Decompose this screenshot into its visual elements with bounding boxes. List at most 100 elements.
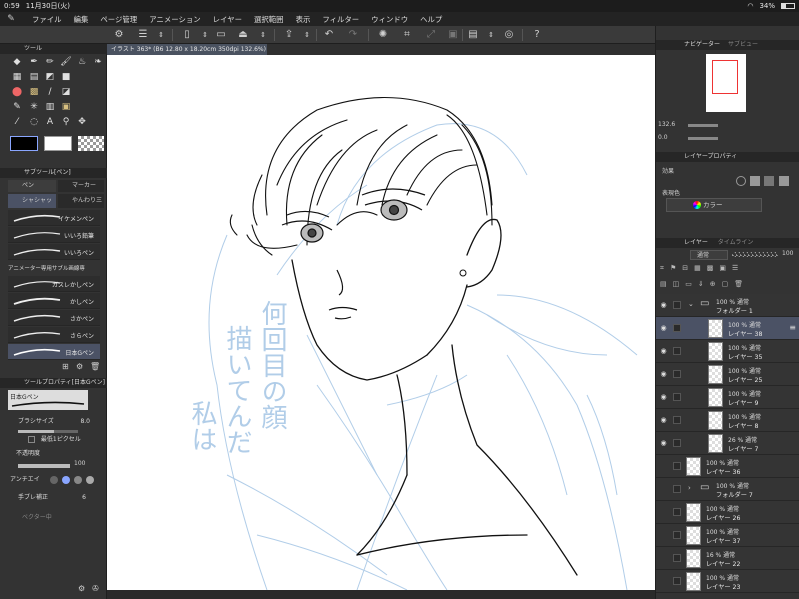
layer-reference-icon[interactable]: ⚑ [670,264,682,272]
eraser-tool-icon[interactable]: ◆ [10,56,24,69]
layer-clip-icon[interactable]: ⌗ [660,264,670,272]
navigator-zoom-row[interactable]: 132.6 [658,121,798,131]
tool-property-header[interactable]: ツールプロパティ[日本Gペン] [0,378,107,388]
brush-size-slider[interactable] [18,430,78,433]
brush-tool-icon[interactable]: 🖌 [59,56,73,69]
save-icon[interactable]: ⏏ [236,28,250,42]
layer-row[interactable]: ◉ ⌄ ▭ 100 % 通常 フォルダー 1 [656,294,799,317]
layer-row[interactable]: ◉ 100 % 通常 レイヤー 25 [656,363,799,386]
target-icon[interactable]: ◎ [502,28,516,42]
layer-lock-checkbox[interactable] [673,370,681,378]
tab-timeline[interactable]: タイムライン [718,239,754,246]
brush-item[interactable]: いいろペン [8,244,100,260]
layer-opacity-value[interactable]: 100 [782,250,793,257]
layer-row[interactable]: ◉ 26 % 通常 レイヤー 7 [656,432,799,455]
menu-page[interactable]: ページ管理 [94,14,143,25]
brush-size-value[interactable]: 8.0 [80,416,90,428]
menu-icon[interactable]: ☰ [136,28,150,42]
material-tool-icon[interactable]: ▩ [27,86,41,99]
subtool-group-shashat[interactable]: シャシャッ [8,194,56,208]
tab-subview[interactable]: サブビュー [728,41,758,48]
hatch-tool-icon[interactable]: ▤ [27,71,41,84]
add-subtool-icon[interactable]: ⊞ [62,362,72,372]
subtool-tab-pen[interactable]: ペン [8,180,56,192]
layer-property-header[interactable]: レイヤープロパティ [656,152,799,162]
opacity-value[interactable]: 100 [74,460,85,467]
lasso-tool-icon[interactable]: ◌ [27,116,41,129]
min-pixel-checkbox[interactable] [28,436,35,443]
antialias-mid-option[interactable] [74,476,82,484]
layer-mask-icon[interactable]: ▩ [707,264,720,272]
layer-row[interactable]: 100 % 通常 レイヤー 23 [656,570,799,593]
layer-visibility-eye-icon[interactable] [659,462,668,471]
menu-selection[interactable]: 選択範囲 [248,14,290,25]
layer-mask-add-icon[interactable]: ▢ [722,280,735,288]
layer-lock-checkbox[interactable] [673,301,681,309]
tab-navigator[interactable]: ナビゲーター [684,41,720,48]
antialias-strong-option[interactable] [86,476,94,484]
layer-visibility-eye-icon[interactable]: ◉ [659,439,668,448]
new-folder-icon[interactable]: ▭ [685,280,698,288]
delete-layer-icon[interactable]: 🗑 [734,280,749,288]
gradient-tool-icon[interactable]: ◩ [43,71,57,84]
layer-row[interactable]: › ▭ 100 % 通常 フォルダー 7 [656,478,799,501]
layer-lock-icon[interactable]: ⊟ [682,264,694,272]
merge-down-icon[interactable]: ⇓ [698,280,710,288]
layer-menu-icon[interactable]: ≡ [789,323,796,332]
layer-visibility-eye-icon[interactable] [659,577,668,586]
layer-row[interactable]: 16 % 通常 レイヤー 22 [656,547,799,570]
layer-visibility-eye-icon[interactable] [659,531,668,540]
chevron-updown-icon[interactable]: ⇕ [198,28,212,42]
layer-lock-checkbox[interactable] [673,554,681,562]
layer-lock-checkbox[interactable] [673,324,681,332]
stabilize-value[interactable]: 6 [82,492,86,504]
brush-item[interactable]: ガスレかしペン [8,276,100,292]
layer-visibility-eye-icon[interactable]: ◉ [659,324,668,333]
gradient2-tool-icon[interactable]: ◪ [59,86,73,99]
brush-item-selected[interactable]: 日本Gペン [8,344,100,360]
tab-layer[interactable]: レイヤー [684,239,708,246]
layer-visibility-eye-icon[interactable] [659,554,668,563]
tool-panel-header[interactable]: ツール [0,44,107,54]
layer-lock-checkbox[interactable] [673,416,681,424]
export-icon[interactable]: ⇪ [282,28,296,42]
layer-visibility-eye-icon[interactable]: ◉ [659,301,668,310]
layer-row[interactable]: ◉ 100 % 通常 レイヤー 38 ≡ [656,317,799,340]
crop-icon[interactable]: ⌗ [400,28,414,42]
layer-row[interactable]: ◉ 100 % 通常 レイヤー 8 [656,409,799,432]
effect-tone-icon[interactable] [764,176,775,186]
tool-property-wrench-icon[interactable]: ✇ [92,584,99,593]
new-raster-layer-icon[interactable]: ▤ [660,280,673,288]
redo-icon[interactable]: ↷ [346,28,360,42]
menu-animation[interactable]: アニメーション [143,14,206,25]
transparent-color-swatch[interactable] [78,136,104,151]
layer-visibility-eye-icon[interactable]: ◉ [659,416,668,425]
line-tool-icon[interactable]: ⁄ [10,116,24,129]
ruler-tool-icon[interactable]: ▥ [43,101,57,114]
brush-item[interactable]: さらペン [8,327,100,343]
new-file-icon[interactable]: ▯ [180,28,194,42]
layer-row[interactable]: ◉ 100 % 通常 レイヤー 35 [656,340,799,363]
layer-row[interactable]: 100 % 通常 レイヤー 26 [656,501,799,524]
layer-visibility-eye-icon[interactable] [659,485,668,494]
menu-edit[interactable]: 編集 [68,14,95,25]
selection-pen-icon[interactable]: ✎ [10,101,24,114]
navigator-angle-value[interactable]: 0.0 [658,134,668,141]
layer-lock-checkbox[interactable] [673,531,681,539]
layer-lock-alpha-icon[interactable]: ▦ [694,264,707,272]
brush-item[interactable]: イケメンペン [8,210,100,226]
chevron-updown-icon[interactable]: ⇕ [484,28,498,42]
drawing-canvas[interactable]: 何回目の顔 描いてんだ 私は [107,55,655,590]
layer-visibility-eye-icon[interactable] [659,508,668,517]
menu-help[interactable]: ヘルプ [414,14,448,25]
chevron-updown-icon[interactable]: ⇕ [256,28,270,42]
layer-color-icon[interactable]: ▣ [719,264,732,272]
layer-row[interactable]: ◉ 100 % 通常 レイヤー 9 [656,386,799,409]
effect-watercolor-icon[interactable] [750,176,761,186]
text-tool-icon[interactable]: A [43,116,57,129]
layer-lock-checkbox[interactable] [673,485,681,493]
layer-row[interactable]: 100 % 通常 レイヤー 37 [656,524,799,547]
menu-filter[interactable]: フィルター [316,14,365,25]
subtool-tab-marker[interactable]: マーカー [58,180,104,192]
layer-lock-checkbox[interactable] [673,508,681,516]
